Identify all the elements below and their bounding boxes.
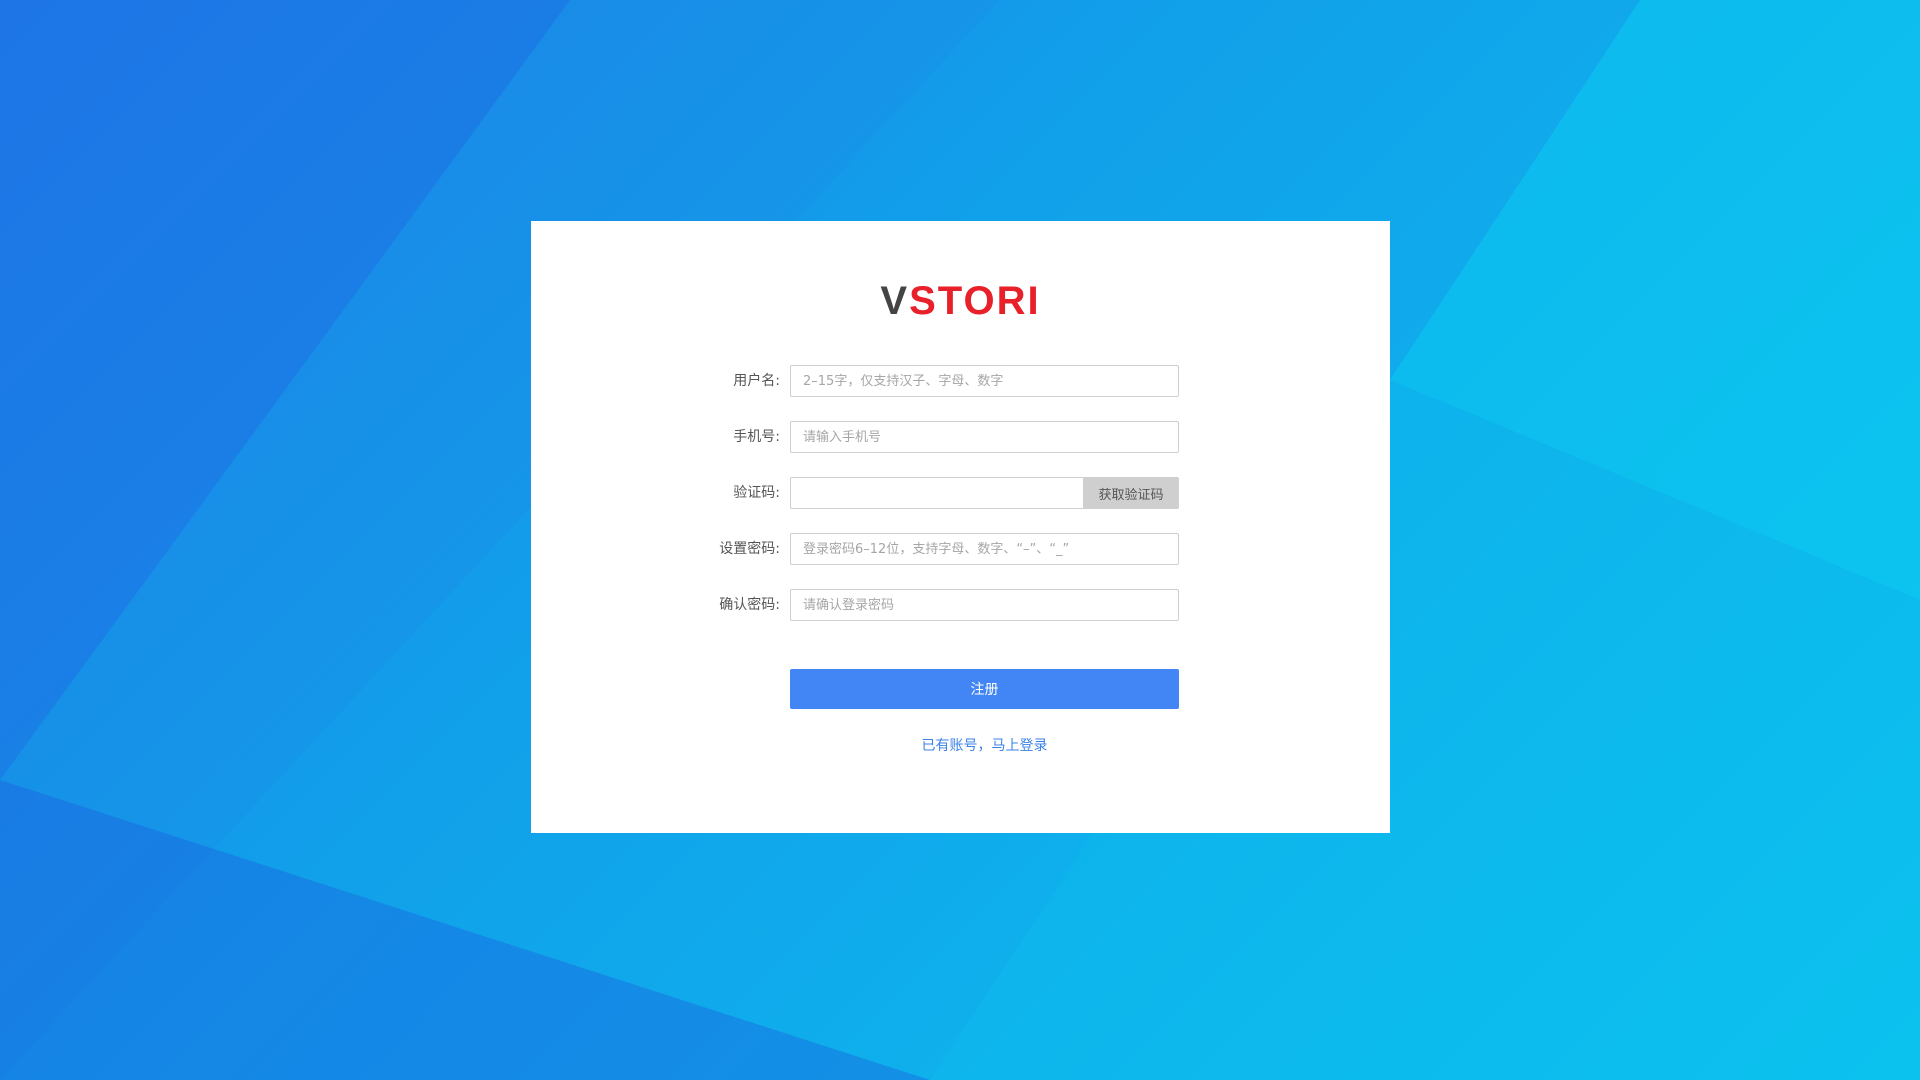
vstori-logo: VSTORI [531,281,1390,321]
username-row: 用户名: [531,365,1390,397]
get-code-button[interactable]: 获取验证码 [1083,477,1179,509]
logo-text: STORI [909,279,1041,323]
password-row: 设置密码: [531,533,1390,565]
phone-input[interactable] [790,421,1179,453]
confirm-password-row: 确认密码: [531,589,1390,621]
code-label: 验证码: [733,485,780,501]
code-row: 验证码: 获取验证码 [531,477,1390,509]
confirm-password-label: 确认密码: [719,597,780,613]
confirm-password-input[interactable] [790,589,1179,621]
code-input[interactable] [790,477,1084,509]
phone-row: 手机号: [531,421,1390,453]
phone-label: 手机号: [733,429,780,445]
login-link[interactable]: 已有账号，马上登录 [790,735,1179,755]
password-input[interactable] [790,533,1179,565]
logo-letter-v: V [880,279,910,323]
username-input[interactable] [790,365,1179,397]
register-card: VSTORI 用户名: 手机号: 验证码: 获取验证码 设置密码: 确认密码: … [531,221,1390,833]
register-button[interactable]: 注册 [790,669,1179,709]
username-label: 用户名: [733,373,780,389]
password-label: 设置密码: [719,541,780,557]
